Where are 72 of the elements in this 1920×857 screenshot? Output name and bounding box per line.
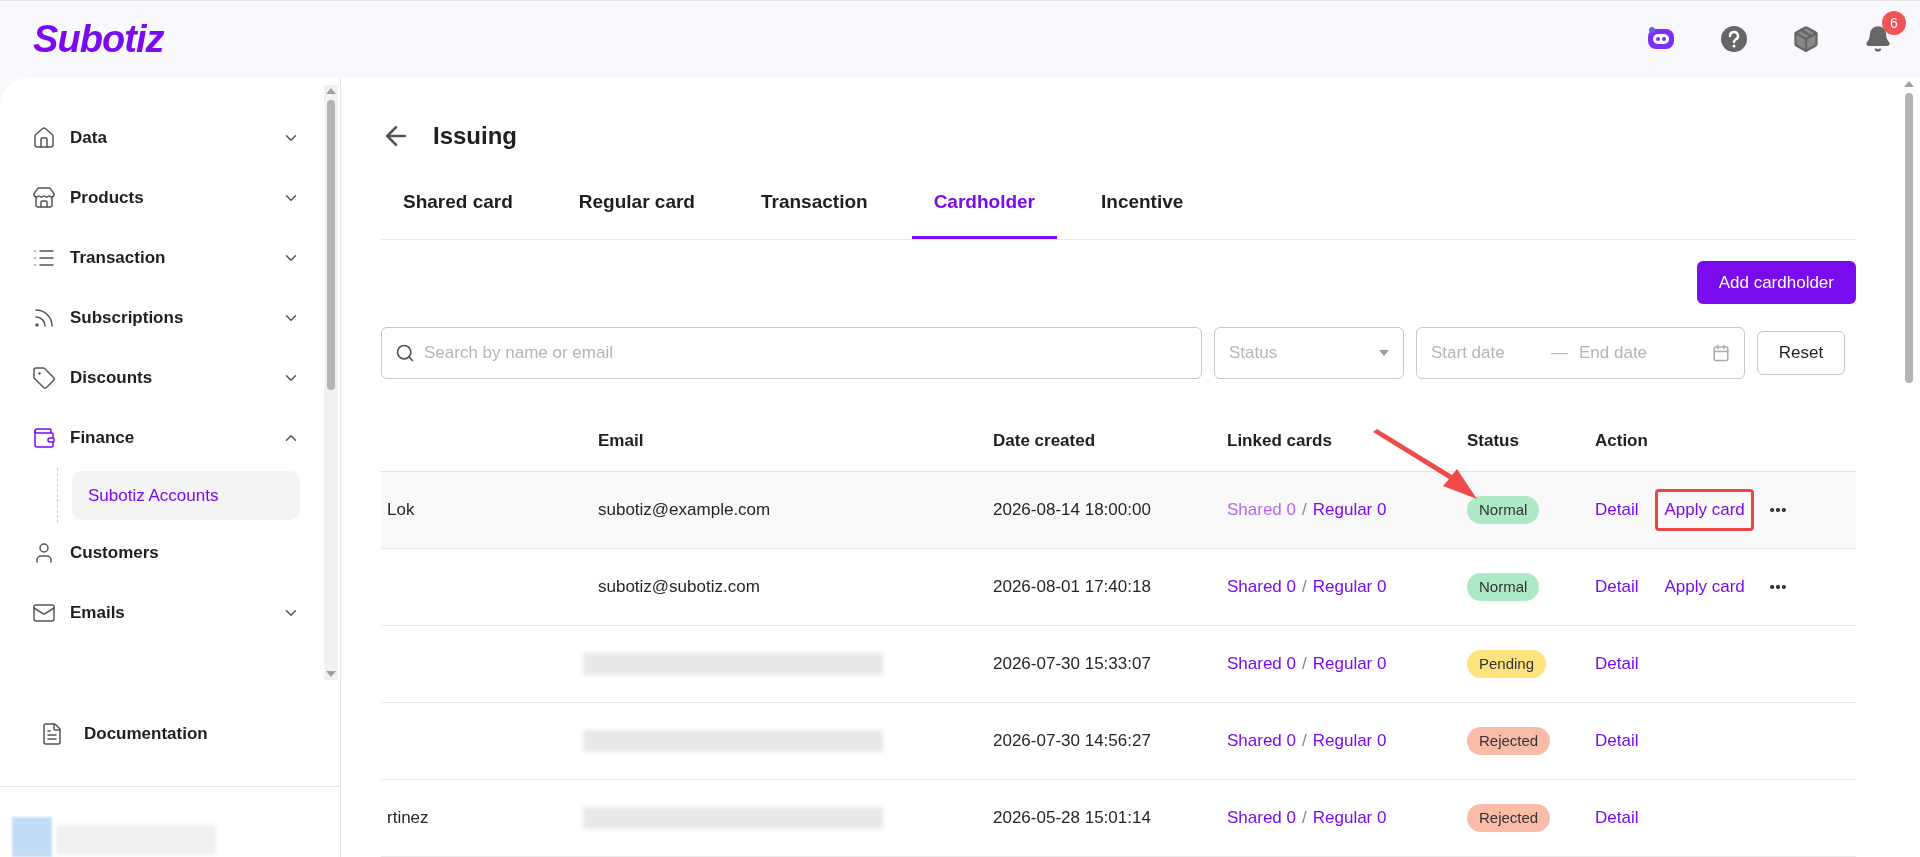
column-header: Email xyxy=(598,430,645,453)
sidebar-item[interactable]: Subscriptions xyxy=(28,288,300,348)
table-row[interactable]: Lok subotiz@example.com 2026-08-14 18:00:00 Shared 0 / Regular 0 Normal Detail Apply card xyxy=(381,472,1856,549)
table-cell: subotiz@subotiz.com xyxy=(598,577,760,597)
sidebar-item[interactable]: Customers xyxy=(28,523,300,583)
sidebar-item[interactable]: Data xyxy=(28,108,300,168)
sidebar-item[interactable]: Products xyxy=(28,168,300,228)
documentation-link[interactable]: Documentation xyxy=(0,682,340,786)
separator-text: / xyxy=(1302,730,1307,753)
action-link[interactable]: Detail xyxy=(1586,797,1648,839)
table-cell: 2026-05-28 15:01:14 xyxy=(993,808,1151,828)
separator-text: / xyxy=(1302,653,1307,676)
search-field[interactable]: Search by name or email xyxy=(381,327,1202,379)
help-icon[interactable] xyxy=(1720,25,1748,53)
regular-cards-link[interactable]: Regular 0 xyxy=(1312,574,1387,600)
status-badge: Pending xyxy=(1467,649,1547,679)
sidebar-item[interactable]: Finance xyxy=(28,408,300,468)
page-title: Issuing xyxy=(433,120,517,151)
table-cell: 2026-07-30 15:33:07 xyxy=(993,654,1151,674)
reset-button[interactable]: Reset xyxy=(1757,331,1845,375)
table-cell: 2026-08-01 17:40:18 xyxy=(993,577,1151,597)
notification-bell-icon[interactable] xyxy=(1864,25,1892,53)
action-link[interactable]: Detail xyxy=(1586,643,1648,685)
column-header: Date created xyxy=(993,430,1097,453)
shared-cards-link[interactable]: Shared 0 xyxy=(1227,728,1296,754)
column-header: Linked cards xyxy=(1227,430,1333,453)
separator-text: / xyxy=(1302,807,1307,830)
separator-text: / xyxy=(1302,576,1307,599)
tab[interactable]: Incentive xyxy=(1079,169,1206,239)
search-icon xyxy=(395,343,415,363)
table-cell: rtinez xyxy=(387,808,429,828)
shared-cards-link[interactable]: Shared 0 xyxy=(1227,574,1296,600)
calendar-icon xyxy=(1712,344,1730,362)
status-badge: Normal xyxy=(1467,572,1540,602)
regular-cards-link[interactable]: Regular 0 xyxy=(1312,497,1387,523)
sidebar-item[interactable]: Transaction xyxy=(28,228,300,288)
notification-count-badge: 6 xyxy=(1882,11,1906,35)
regular-cards-link[interactable]: Regular 0 xyxy=(1312,651,1387,677)
status-badge: Normal xyxy=(1467,495,1540,525)
action-link[interactable]: Detail xyxy=(1586,720,1648,762)
shared-cards-link[interactable]: Shared 0 xyxy=(1227,805,1296,831)
tab[interactable]: Shared card xyxy=(381,169,535,239)
sidebar-item[interactable]: Emails xyxy=(28,583,300,643)
sidebar-subitem[interactable]: Subotiz Accounts xyxy=(72,471,300,520)
column-header: Status xyxy=(1467,430,1520,453)
tab[interactable]: Transaction xyxy=(739,169,890,239)
sidebar-item[interactable]: Discounts xyxy=(28,348,300,408)
regular-cards-link[interactable]: Regular 0 xyxy=(1312,805,1387,831)
action-link[interactable]: Detail xyxy=(1586,566,1648,608)
package-icon[interactable] xyxy=(1792,25,1820,53)
tab[interactable]: Cardholder xyxy=(911,169,1057,239)
separator-text: / xyxy=(1302,499,1307,522)
date-separator: — xyxy=(1551,342,1569,365)
table-cell: subotiz@example.com xyxy=(598,500,771,520)
status-badge: Rejected xyxy=(1467,726,1551,756)
shared-cards-link[interactable]: Shared 0 xyxy=(1227,651,1296,677)
tab[interactable]: Regular card xyxy=(556,169,717,239)
action-link[interactable]: Apply card xyxy=(1655,489,1754,531)
table-cell: Lok xyxy=(387,500,415,520)
caret-down-icon xyxy=(1379,350,1389,356)
document-icon xyxy=(40,722,64,746)
logo[interactable]: Subotiz xyxy=(33,10,164,68)
action-link[interactable]: Detail xyxy=(1586,489,1648,531)
action-link[interactable]: Apply card xyxy=(1655,566,1754,608)
table-cell: 2026-07-30 14:56:27 xyxy=(993,731,1151,751)
blurred-avatar xyxy=(12,817,52,857)
column-header: Action xyxy=(1595,430,1649,453)
sidebar-scrollbar[interactable] xyxy=(324,85,338,680)
add-cardholder-button[interactable]: Add cardholder xyxy=(1696,261,1856,304)
status-badge: Rejected xyxy=(1467,803,1551,833)
table-cell: 2026-08-14 18:00:00 xyxy=(993,500,1151,520)
regular-cards-link[interactable]: Regular 0 xyxy=(1312,728,1387,754)
